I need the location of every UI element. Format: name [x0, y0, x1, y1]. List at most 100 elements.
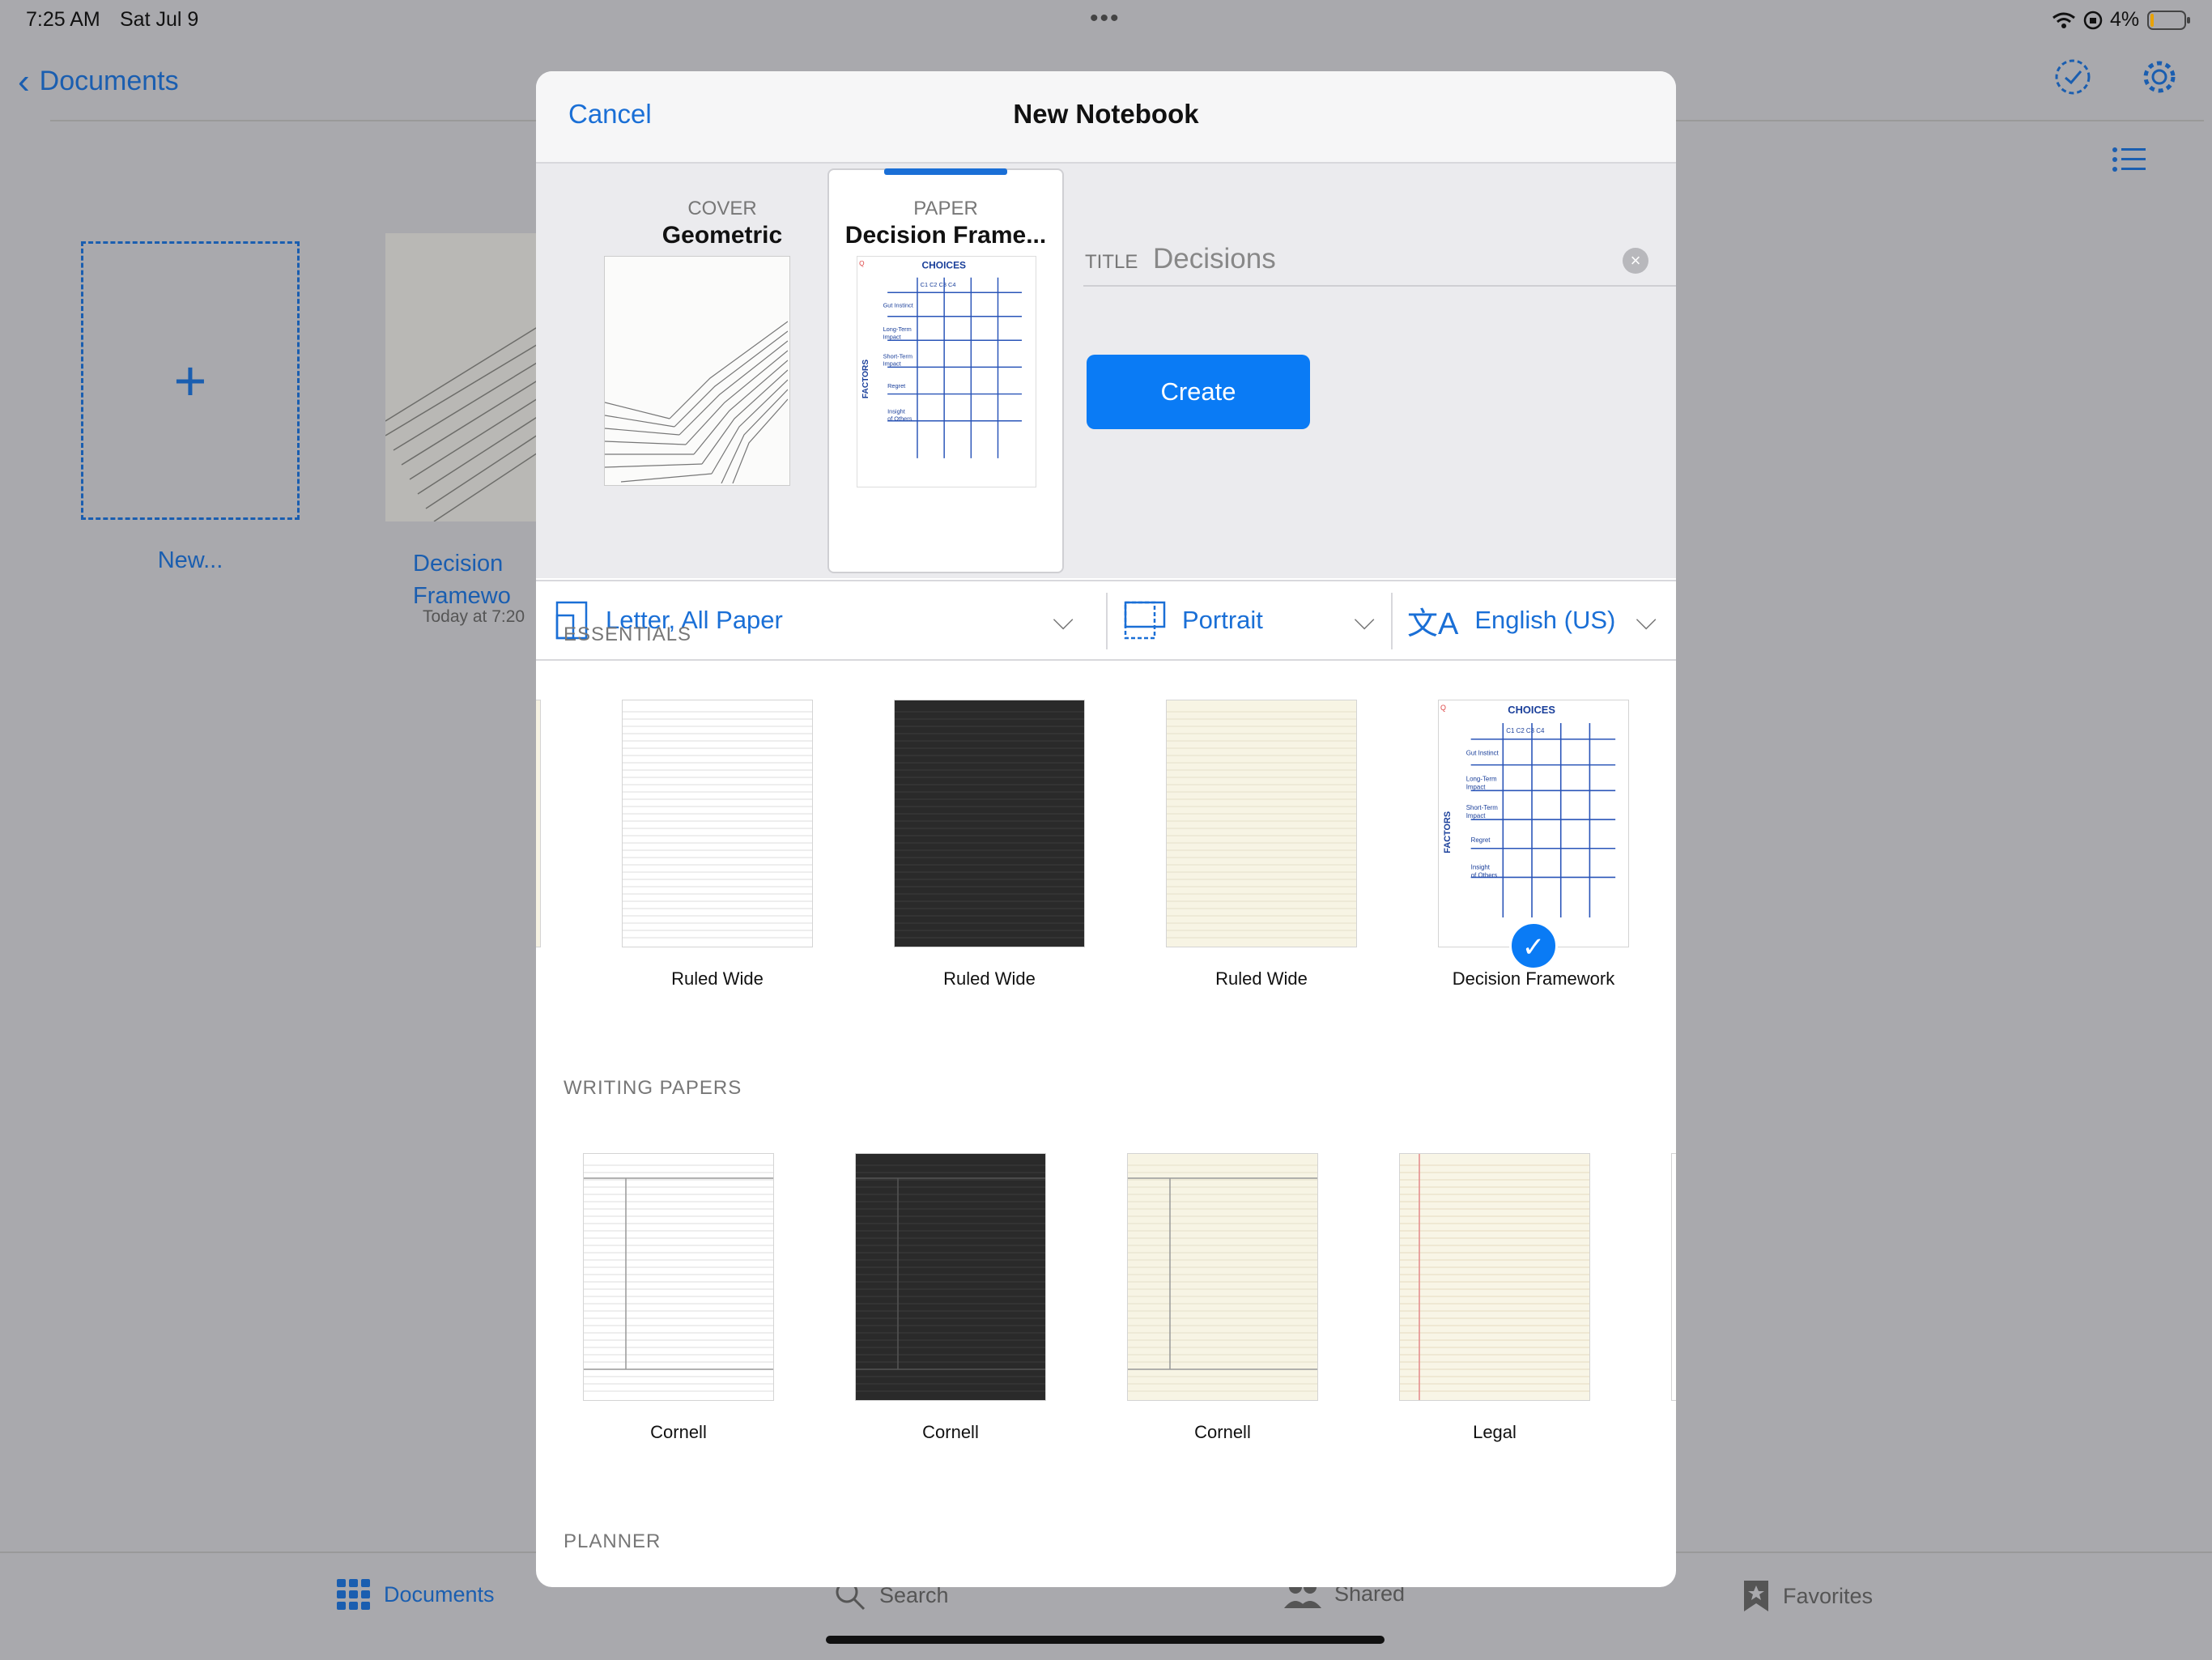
svg-text:Insight: Insight	[1471, 864, 1491, 871]
svg-text:of Others: of Others	[887, 415, 912, 423]
paper-tile[interactable]	[1399, 1153, 1590, 1401]
dark-paper-art	[856, 1164, 1045, 1392]
svg-text:Insight: Insight	[887, 408, 905, 415]
new-notebook-sheet: Cancel New Notebook COVER Geometric PAPE…	[536, 71, 1676, 1587]
title-underline	[1083, 285, 1676, 287]
paper-name: Decision Frame...	[844, 222, 1047, 249]
dark-paper-art	[895, 711, 1084, 939]
document-date: Today at 7:20	[423, 607, 525, 626]
svg-text:Long-Term: Long-Term	[1466, 775, 1497, 782]
paper-tile-label: Cornell	[650, 1422, 707, 1442]
svg-text:FACTORS: FACTORS	[861, 360, 870, 398]
paper-tile-label: Ruled Wide	[671, 968, 764, 989]
paper-tile-label: Decision Framework	[1452, 968, 1615, 989]
svg-text:C1 C2 C3 C4: C1 C2 C3 C4	[1506, 727, 1545, 734]
select-icon[interactable]	[2054, 58, 2091, 96]
cover-label: COVER	[687, 198, 757, 219]
partial-paper-tile[interactable]	[536, 700, 541, 947]
selected-checkmark-icon: ✓	[1509, 922, 1558, 970]
tab-favorites-label: Favorites	[1783, 1583, 1874, 1608]
option-divider	[1391, 593, 1393, 649]
decision-framework-thumbnail: Q CHOICES C1 C2 C3 C4 FACTORS Gut Instin…	[857, 256, 1036, 487]
orientation-dropdown[interactable]: Portrait ⌵	[1124, 581, 1383, 659]
orientation-value: Portrait	[1182, 606, 1263, 634]
svg-text:Impact: Impact	[1466, 812, 1487, 819]
svg-text:Q: Q	[1440, 704, 1446, 712]
yellow-paper-art	[1128, 1164, 1317, 1392]
translate-icon: 文A	[1407, 607, 1459, 641]
plus-icon: +	[173, 349, 207, 412]
partial-paper-tile[interactable]	[1671, 1153, 1676, 1401]
paper-tile-label: Ruled Wide	[943, 968, 1036, 989]
size-dropdown[interactable]: Letter, All Paper ⌵	[555, 581, 1082, 659]
section-writing-papers: WRITING PAPERS	[564, 1077, 742, 1099]
paper-tile[interactable]	[622, 700, 813, 947]
chevron-down-icon: ⌵	[1053, 604, 1074, 636]
battery-percent: 4%	[2110, 8, 2140, 31]
section-planner: PLANNER	[564, 1530, 661, 1552]
paper-tile[interactable]	[1127, 1153, 1318, 1401]
svg-text:Regret: Regret	[887, 382, 905, 389]
white-paper-art	[584, 1164, 773, 1392]
svg-text:Impact: Impact	[883, 360, 901, 368]
legal-paper-art	[1400, 1154, 1589, 1400]
new-document-button[interactable]: +	[81, 241, 300, 520]
back-label: Documents	[39, 66, 179, 96]
clear-text-icon[interactable]: ×	[1623, 248, 1648, 274]
paper-tile-label: Cornell	[922, 1422, 979, 1442]
svg-text:CHOICES: CHOICES	[1508, 704, 1555, 716]
grid-icon	[337, 1579, 370, 1610]
paper-tile[interactable]	[1166, 700, 1357, 947]
paper-tile-label: Cornell	[1194, 1422, 1251, 1442]
option-divider	[1106, 593, 1108, 649]
home-indicator[interactable]	[826, 1636, 1385, 1644]
svg-text:Regret: Regret	[1471, 836, 1491, 844]
orientation-icon	[1124, 601, 1166, 640]
title-label: TITLE	[1085, 251, 1138, 273]
chevron-left-icon: ‹	[18, 62, 30, 101]
svg-text:Gut Instinct: Gut Instinct	[1466, 750, 1499, 757]
decision-paper-art: Q CHOICES C1 C2 C3 C4 FACTORS Gut Instin…	[1440, 704, 1616, 918]
list-view-icon[interactable]	[2112, 146, 2146, 173]
status-time: 7:25 AM	[26, 8, 100, 31]
tab-documents-label: Documents	[384, 1581, 495, 1607]
decision-framework-grid-art: Q CHOICES C1 C2 C3 C4 FACTORS Gut Instin…	[859, 259, 1022, 458]
paper-tile[interactable]	[583, 1153, 774, 1401]
back-button[interactable]: ‹ Documents	[18, 58, 179, 101]
paper-label: PAPER	[913, 198, 978, 219]
white-paper-art	[623, 711, 812, 939]
bookmark-star-icon	[1744, 1581, 1768, 1611]
paper-tile[interactable]	[855, 1153, 1046, 1401]
yellow-paper-art	[1167, 711, 1356, 939]
section-essentials: ESSENTIALS	[564, 624, 692, 645]
tab-favorites[interactable]: Favorites	[1742, 1579, 1873, 1613]
cover-thumbnail[interactable]	[604, 256, 790, 486]
svg-text:Gut Instinct: Gut Instinct	[883, 302, 913, 309]
language-dropdown[interactable]: 文A English (US) ⌵	[1407, 581, 1660, 659]
svg-text:Impact: Impact	[883, 333, 901, 340]
tab-documents[interactable]: Documents	[337, 1579, 495, 1610]
orientation-lock-icon	[2083, 11, 2103, 30]
title-input[interactable]	[1153, 241, 1574, 277]
status-date: Sat Jul 9	[120, 8, 199, 31]
paper-tile-label: Ruled Wide	[1215, 968, 1308, 989]
chevron-down-icon: ⌵	[1354, 604, 1375, 636]
geometric-cover-art	[604, 321, 789, 484]
svg-text:Q: Q	[859, 259, 865, 267]
status-bar: 7:25 AM Sat Jul 9 ••• 4%	[0, 0, 2212, 40]
svg-text:C1 C2 C3 C4: C1 C2 C3 C4	[921, 281, 956, 288]
multitasking-dots[interactable]: •••	[1090, 5, 1121, 32]
gear-icon[interactable]	[2141, 58, 2178, 96]
paper-selected-indicator	[884, 168, 1007, 175]
svg-text:of Others: of Others	[1471, 871, 1498, 879]
paper-tile[interactable]	[894, 700, 1085, 947]
new-document-label: New...	[157, 547, 223, 573]
language-value: English (US)	[1474, 606, 1616, 634]
sheet-title: New Notebook	[1013, 99, 1199, 129]
paper-tile-label: Legal	[1473, 1422, 1516, 1442]
chevron-down-icon: ⌵	[1636, 604, 1657, 636]
svg-text:CHOICES: CHOICES	[922, 260, 967, 271]
paper-tile[interactable]: Q CHOICES C1 C2 C3 C4 FACTORS Gut Instin…	[1438, 700, 1629, 947]
cover-name: Geometric	[661, 222, 783, 249]
create-button[interactable]: Create	[1087, 355, 1310, 429]
